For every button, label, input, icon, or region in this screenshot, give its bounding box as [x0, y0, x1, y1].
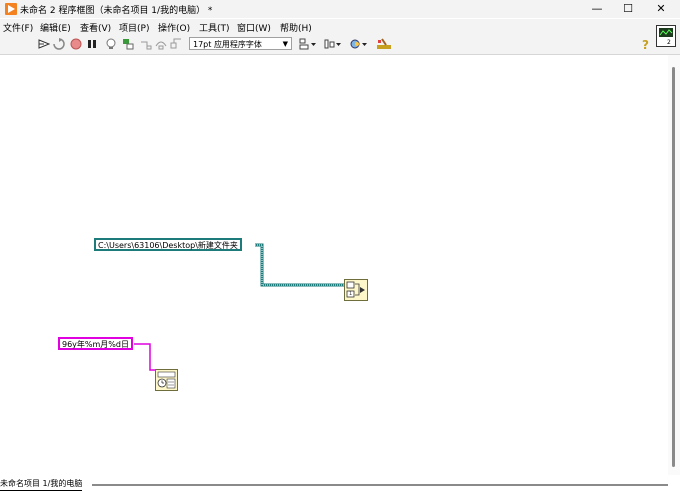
horizontal-scrollbar[interactable]	[92, 480, 668, 490]
vertical-scrollbar-thumb[interactable]	[672, 67, 675, 467]
string-constant[interactable]: 96y年%m月%d日	[58, 337, 133, 350]
horizontal-scrollbar-thumb[interactable]	[92, 484, 668, 486]
format-date-time-node-icon[interactable]	[155, 369, 178, 391]
svg-text:1: 1	[349, 291, 352, 297]
string-wire[interactable]	[134, 343, 156, 371]
vertical-scrollbar[interactable]	[668, 55, 680, 475]
path-constant-value: C:\Users\63106\Desktop\新建文件夹	[98, 241, 238, 250]
path-constant[interactable]: C:\Users\63106\Desktop\新建文件夹	[94, 238, 242, 251]
list-folder-node-icon[interactable]: 1	[344, 279, 368, 301]
path-wire[interactable]	[255, 243, 345, 287]
string-constant-value: 96y年%m月%d日	[62, 340, 129, 349]
status-bar: 未命名项目 1/我的电脑	[0, 477, 92, 491]
project-path-label[interactable]: 未命名项目 1/我的电脑	[0, 477, 83, 491]
